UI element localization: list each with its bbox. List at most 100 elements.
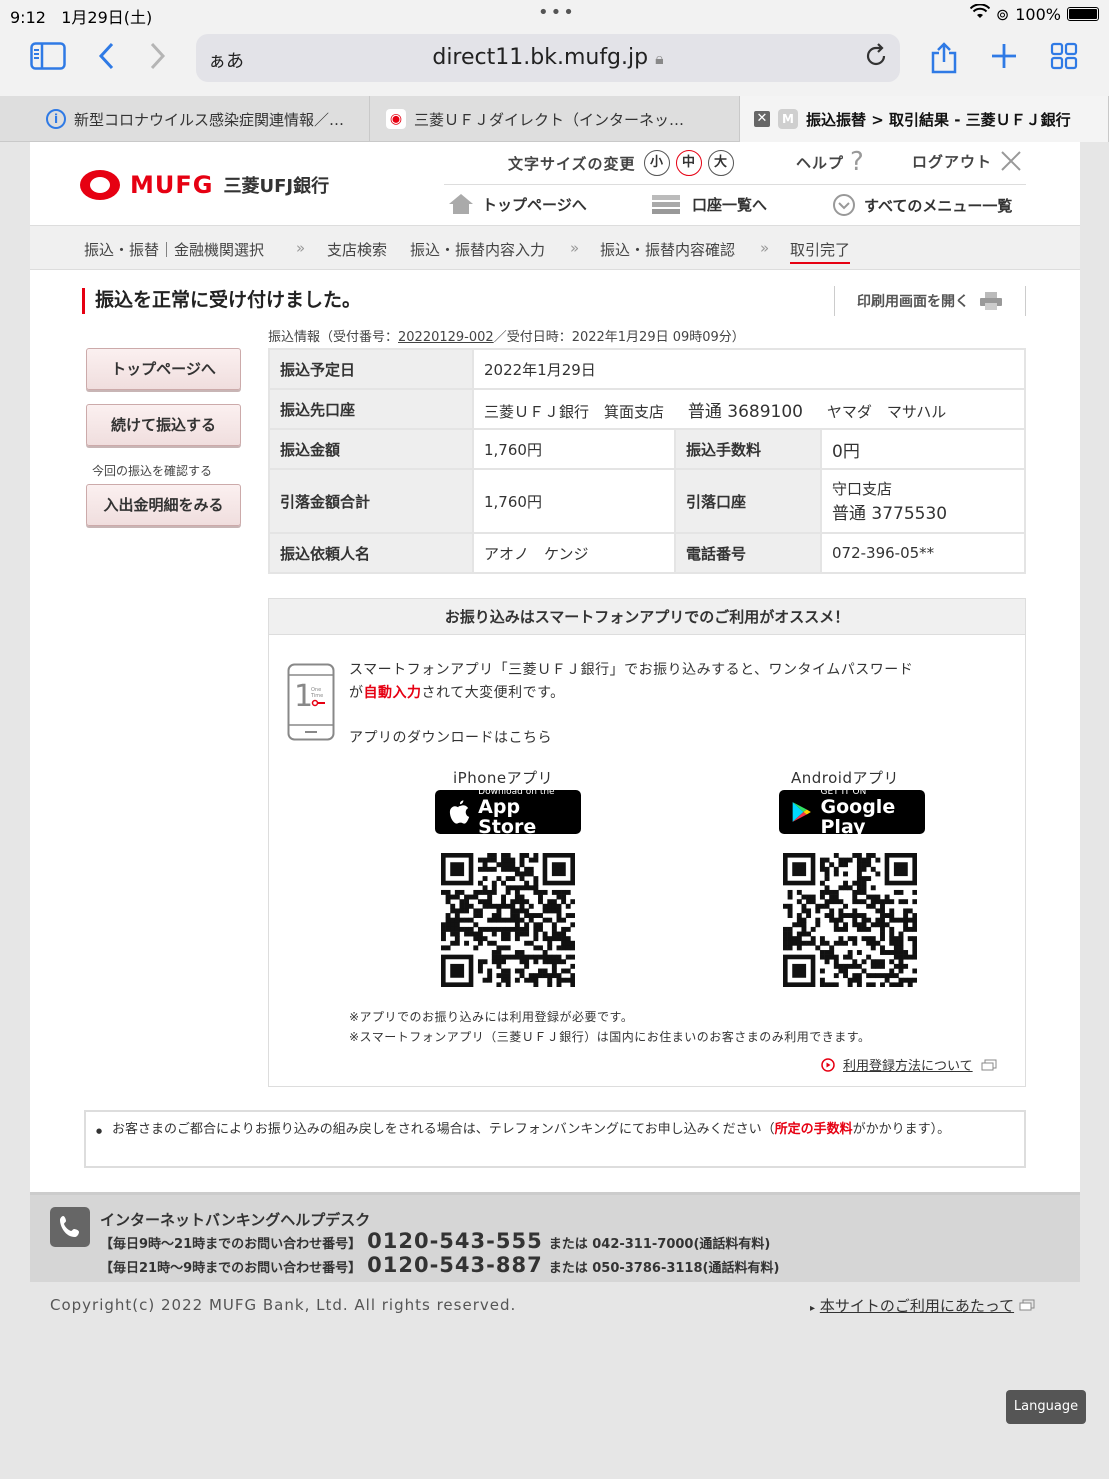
nav-account-list[interactable]: 口座一覧へ bbox=[650, 193, 767, 215]
breadcrumb-step-1: 振込・振替｜金融機関選択 bbox=[84, 241, 265, 259]
wifi-icon bbox=[969, 3, 991, 24]
web-page: MUFG 三菱UFJ銀行 文字サイズの変更 小 中 大 ヘルプ ? ログアウト … bbox=[30, 142, 1080, 1479]
accounts-icon bbox=[652, 195, 680, 214]
breadcrumb-arrow-icon: » bbox=[570, 239, 580, 257]
external-window-icon bbox=[981, 1059, 997, 1070]
amount-label: 振込金額 bbox=[268, 428, 474, 470]
tab-transfer-result[interactable]: ✕ M 振込振替 > 取引結果 - 三菱ＵＦＪ銀行 bbox=[740, 96, 1109, 142]
print-view-link[interactable]: 印刷用画面を開く bbox=[834, 286, 1026, 316]
mufg-logo[interactable]: MUFG 三菱UFJ銀行 bbox=[80, 170, 329, 200]
helpdesk-day-alt: または 042-311-7000(通話料有料) bbox=[548, 1237, 771, 1252]
phone-icon bbox=[50, 1207, 90, 1247]
registration-link[interactable]: 利用登録方法について bbox=[821, 1055, 997, 1074]
address-bar[interactable]: ぁあ direct11.bk.mufg.jp 🔒︎ bbox=[196, 34, 900, 82]
battery-icon bbox=[1067, 7, 1099, 21]
url-text: direct11.bk.mufg.jp 🔒︎ bbox=[432, 45, 664, 70]
multitask-dots-icon[interactable]: ••• bbox=[538, 2, 576, 23]
otp-label: One Time bbox=[311, 687, 324, 699]
helpdesk-day-number[interactable]: 0120-543-555 bbox=[367, 1229, 543, 1253]
tab-covid-info[interactable]: i 新型コロナウイルス感染症関連情報／… bbox=[30, 96, 370, 142]
debit-account: 普通 3775530 bbox=[832, 504, 948, 524]
notice-text: お客さまのご都合によりお振り込みの組み戻しをされる場合は、テレフォンバンキングに… bbox=[112, 1122, 775, 1137]
forward-icon[interactable] bbox=[150, 42, 166, 77]
breadcrumb: 振込・振替｜金融機関選択 » 支店検索 振込・振替内容入力 » 振込・振替内容確… bbox=[30, 226, 1080, 270]
reload-icon[interactable] bbox=[864, 42, 888, 75]
close-icon bbox=[1001, 151, 1021, 171]
helpdesk-line-day: 【毎日9時～21時までのお問い合わせ番号】 0120-543-555 または 0… bbox=[100, 1229, 770, 1253]
notice-text-end: がかかります）。 bbox=[852, 1122, 951, 1137]
promo-line-2: が自動入力されて大変便利です。 bbox=[349, 685, 565, 701]
site-footer: Copyright(c) 2022 MUFG Bank, Ltd. All ri… bbox=[30, 1282, 1080, 1479]
debit-value: 守口支店 普通 3775530 bbox=[820, 468, 1026, 534]
transfer-result-table: 振込予定日 2022年1月29日 振込先口座 三菱ＵＦＪ銀行 箕面支店 普通 3… bbox=[268, 348, 1026, 574]
home-icon bbox=[449, 194, 473, 214]
top-page-button[interactable]: トップページへ bbox=[86, 348, 241, 390]
promo-header: お振り込みはスマートフォンアプリでのご利用がオススメ！ bbox=[269, 599, 1025, 635]
share-icon[interactable] bbox=[930, 42, 958, 81]
m-favicon-icon: M bbox=[778, 109, 798, 129]
reversal-notice: お客さまのご都合によりお振り込みの組み戻しをされる場合は、テレフォンバンキングに… bbox=[84, 1110, 1026, 1168]
android-app-label: Androidアプリ bbox=[791, 769, 899, 787]
iphone-app-label: iPhoneアプリ bbox=[453, 769, 554, 787]
fee-label: 振込手数料 bbox=[674, 428, 822, 470]
view-statement-button[interactable]: 入出金明細をみる bbox=[86, 484, 241, 526]
language-button[interactable]: Language bbox=[1006, 1390, 1086, 1424]
sidebar-icon[interactable] bbox=[30, 42, 66, 77]
debit-label: 引落口座 bbox=[674, 468, 822, 534]
nav-all-menu[interactable]: すべてのメニュー一覧 bbox=[832, 193, 1012, 217]
close-tab-icon[interactable]: ✕ bbox=[754, 111, 770, 127]
promo-notes: ※アプリでのお振り込みには利用登録が必要です。 ※スマートフォンアプリ（三菱ＵＦ… bbox=[349, 1007, 871, 1047]
total-label: 引落金額合計 bbox=[268, 468, 474, 534]
font-size-small-button[interactable]: 小 bbox=[643, 150, 670, 176]
terms-link-text: 本サイトのご利用にあたって bbox=[819, 1297, 1015, 1315]
logo-bank-name: 三菱UFJ銀行 bbox=[223, 176, 330, 197]
nav-accounts-label: 口座一覧へ bbox=[692, 195, 768, 214]
smartphone-otp-icon: 1 One Time bbox=[287, 663, 335, 745]
helpdesk-night-number[interactable]: 0120-543-887 bbox=[367, 1253, 543, 1277]
helpdesk-night-alt: または 050-3786-3118(通話料有料) bbox=[548, 1261, 780, 1276]
download-label: アプリのダウンロードはこちら bbox=[349, 730, 552, 746]
table-row: 振込金額 1,760円 振込手数料 0円 bbox=[268, 428, 1026, 470]
dest-bank: 三菱ＵＦＪ銀行 箕面支店 bbox=[484, 402, 665, 421]
table-row: 振込予定日 2022年1月29日 bbox=[268, 348, 1026, 390]
debit-branch: 守口支店 bbox=[832, 480, 893, 498]
tab-overview-icon[interactable] bbox=[1050, 42, 1078, 77]
table-row: 引落金額合計 1,760円 引落口座 守口支店 普通 3775530 bbox=[268, 468, 1026, 534]
helpdesk-title: インターネットバンキングヘルプデスク bbox=[100, 1211, 371, 1229]
info-favicon-icon: i bbox=[46, 109, 66, 129]
android-qr-code[interactable] bbox=[783, 853, 917, 987]
font-size-medium-button[interactable]: 中 bbox=[675, 150, 702, 176]
page-title: 振込を正常に受け付けました。 bbox=[82, 288, 361, 314]
arrow-right-icon: ▸ bbox=[810, 1303, 816, 1314]
breadcrumb-arrow-icon: » bbox=[296, 239, 306, 257]
logo-mufg-text: MUFG bbox=[130, 171, 214, 199]
app-store-button[interactable]: Download on the App Store bbox=[435, 787, 581, 837]
font-size-large-button[interactable]: 大 bbox=[707, 150, 734, 176]
play-circle-icon bbox=[821, 1057, 835, 1072]
breadcrumb-step-3: 振込・振替内容入力 bbox=[410, 241, 546, 259]
helpdesk-night-label: 【毎日21時～9時までのお問い合わせ番号】 bbox=[100, 1261, 362, 1276]
google-play-button[interactable]: GET IT ON Google Play bbox=[779, 787, 925, 837]
date-value: 2022年1月29日 bbox=[472, 348, 1026, 390]
confirm-note: 今回の振込を確認する bbox=[92, 464, 213, 478]
registration-link-text: 利用登録方法について bbox=[843, 1059, 973, 1074]
back-icon[interactable] bbox=[98, 42, 114, 77]
apple-icon bbox=[449, 800, 470, 824]
dest-account: 普通 3689100 bbox=[687, 401, 803, 422]
tab-mufg-direct[interactable]: ◉ 三菱ＵＦＪダイレクト（インターネッ… bbox=[370, 96, 740, 142]
help-link[interactable]: ヘルプ ? bbox=[796, 149, 864, 175]
requester-label: 振込依頼人名 bbox=[268, 532, 474, 574]
new-tab-icon[interactable] bbox=[990, 42, 1018, 77]
table-row: 振込先口座 三菱ＵＦＪ銀行 箕面支店 普通 3689100 ヤマダ マサハル bbox=[268, 388, 1026, 430]
amount-value: 1,760円 bbox=[472, 428, 676, 470]
app-promo-box: お振り込みはスマートフォンアプリでのご利用がオススメ！ 1 One Time ス… bbox=[268, 598, 1026, 1087]
logout-link[interactable]: ログアウト bbox=[912, 150, 1022, 172]
dest-name: ヤマダ マサハル bbox=[826, 402, 947, 421]
info-suffix: ／受付日時：2022年1月29日 09時09分） bbox=[493, 330, 745, 345]
auto-input-highlight: 自動入力 bbox=[363, 685, 422, 701]
printer-icon bbox=[980, 292, 1002, 310]
iphone-qr-code[interactable] bbox=[441, 853, 575, 987]
nav-top-page[interactable]: トップページへ bbox=[448, 193, 587, 215]
terms-link[interactable]: ▸ 本サイトのご利用にあたって bbox=[810, 1295, 1035, 1316]
continue-transfer-button[interactable]: 続けて振込する bbox=[86, 404, 241, 446]
